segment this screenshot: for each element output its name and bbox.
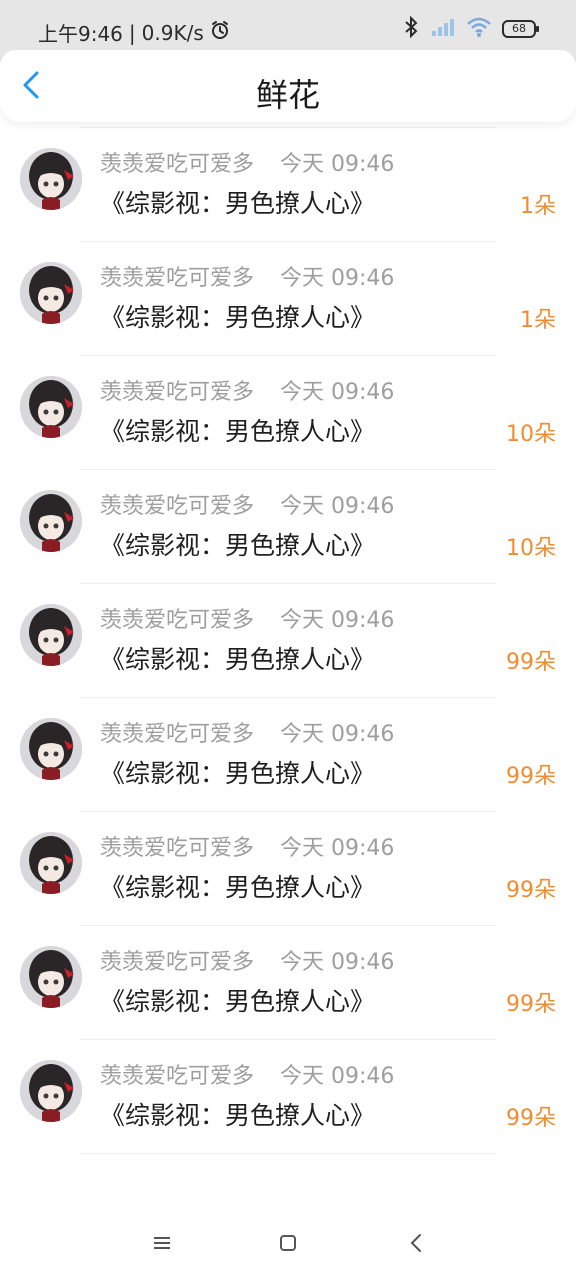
status-time: 上午9:46 — [38, 22, 123, 46]
timestamp: 今天 09:46 — [280, 722, 395, 747]
battery-icon: 68 — [502, 20, 539, 38]
alarm-icon — [210, 20, 230, 45]
timestamp: 今天 09:46 — [280, 266, 395, 291]
flower-amount: 99朵 — [506, 992, 556, 1017]
list-item[interactable]: 羡羡爱吃可爱多 今天 09:46 《综影视：男色撩人心》 99朵 — [0, 926, 576, 1040]
avatar[interactable] — [20, 1060, 82, 1122]
home-icon — [279, 1234, 297, 1256]
system-nav-bar — [0, 1210, 576, 1280]
book-title[interactable]: 《综影视：男色撩人心》 — [100, 982, 375, 1018]
avatar[interactable] — [20, 832, 82, 894]
book-title[interactable]: 《综影视：男色撩人心》 — [100, 184, 375, 220]
timestamp: 今天 09:46 — [280, 1064, 395, 1089]
timestamp: 今天 09:46 — [280, 380, 395, 405]
timestamp: 今天 09:46 — [280, 950, 395, 975]
status-left: 上午9:46 | 0.9K/s — [38, 18, 230, 47]
list-item[interactable]: 羡羡爱吃可爱多 今天 09:46 《综影视：男色撩人心》 10朵 — [0, 470, 576, 584]
bluetooth-icon — [402, 15, 420, 42]
avatar[interactable] — [20, 718, 82, 780]
flower-list[interactable]: 羡羡爱吃可爱多 今天 09:46 《综影视：男色撩人心》 1朵 羡羡爱吃可爱多 今天 09… — [0, 58, 576, 1218]
battery-level: 68 — [512, 22, 526, 35]
header: 鲜花 — [0, 50, 576, 122]
book-title[interactable]: 《综影视：男色撩人心》 — [100, 754, 375, 790]
row-divider — [80, 1153, 496, 1154]
user-name[interactable]: 羡羡爱吃可爱多 — [100, 260, 254, 292]
menu-button[interactable] — [145, 1228, 179, 1262]
book-title[interactable]: 《综影视：男色撩人心》 — [100, 1096, 375, 1132]
book-title[interactable]: 《综影视：男色撩人心》 — [100, 298, 375, 334]
list-item[interactable]: 羡羡爱吃可爱多 今天 09:46 《综影视：男色撩人心》 1朵 — [0, 128, 576, 242]
list-item[interactable]: 羡羡爱吃可爱多 今天 09:46 《综影视：男色撩人心》 99朵 — [0, 812, 576, 926]
user-name[interactable]: 羡羡爱吃可爱多 — [100, 944, 254, 976]
signal-icon — [430, 16, 456, 42]
user-name[interactable]: 羡羡爱吃可爱多 — [100, 830, 254, 862]
avatar[interactable] — [20, 148, 82, 210]
back-nav-icon — [409, 1233, 423, 1257]
flower-amount: 10朵 — [506, 422, 556, 447]
timestamp: 今天 09:46 — [280, 608, 395, 633]
timestamp: 今天 09:46 — [280, 152, 395, 177]
list-item[interactable]: 羡羡爱吃可爱多 今天 09:46 《综影视：男色撩人心》 99朵 — [0, 698, 576, 812]
back-nav-button[interactable] — [399, 1228, 433, 1262]
timestamp: 今天 09:46 — [280, 836, 395, 861]
user-name[interactable]: 羡羡爱吃可爱多 — [100, 146, 254, 178]
flower-amount: 99朵 — [506, 764, 556, 789]
flower-amount: 99朵 — [506, 650, 556, 675]
list-item[interactable]: 羡羡爱吃可爱多 今天 09:46 《综影视：男色撩人心》 10朵 — [0, 356, 576, 470]
avatar[interactable] — [20, 604, 82, 666]
wifi-icon — [466, 16, 492, 42]
avatar[interactable] — [20, 262, 82, 324]
menu-icon — [153, 1235, 171, 1255]
book-title[interactable]: 《综影视：男色撩人心》 — [100, 526, 375, 562]
flower-amount: 1朵 — [520, 194, 556, 219]
book-title[interactable]: 《综影视：男色撩人心》 — [100, 640, 375, 676]
list-item[interactable]: 羡羡爱吃可爱多 今天 09:46 《综影视：男色撩人心》 99朵 — [0, 1040, 576, 1154]
status-separator: | — [128, 20, 136, 45]
list-item[interactable]: 羡羡爱吃可爱多 今天 09:46 《综影视：男色撩人心》 1朵 — [0, 242, 576, 356]
home-button[interactable] — [271, 1228, 305, 1262]
book-title[interactable]: 《综影视：男色撩人心》 — [100, 412, 375, 448]
flower-amount: 99朵 — [506, 878, 556, 903]
flower-amount: 10朵 — [506, 536, 556, 561]
flower-amount: 1朵 — [520, 308, 556, 333]
timestamp: 今天 09:46 — [280, 494, 395, 519]
user-name[interactable]: 羡羡爱吃可爱多 — [100, 716, 254, 748]
network-speed: 0.9K/s — [141, 20, 204, 45]
status-right: 68 — [402, 15, 539, 42]
list-item[interactable]: 羡羡爱吃可爱多 今天 09:46 《综影视：男色撩人心》 99朵 — [0, 584, 576, 698]
avatar[interactable] — [20, 946, 82, 1008]
user-name[interactable]: 羡羡爱吃可爱多 — [100, 1058, 254, 1090]
flower-amount: 99朵 — [506, 1106, 556, 1131]
user-name[interactable]: 羡羡爱吃可爱多 — [100, 488, 254, 520]
user-name[interactable]: 羡羡爱吃可爱多 — [100, 374, 254, 406]
user-name[interactable]: 羡羡爱吃可爱多 — [100, 602, 254, 634]
avatar[interactable] — [20, 490, 82, 552]
book-title[interactable]: 《综影视：男色撩人心》 — [100, 868, 375, 904]
page-title: 鲜花 — [255, 76, 320, 114]
avatar[interactable] — [20, 376, 82, 438]
